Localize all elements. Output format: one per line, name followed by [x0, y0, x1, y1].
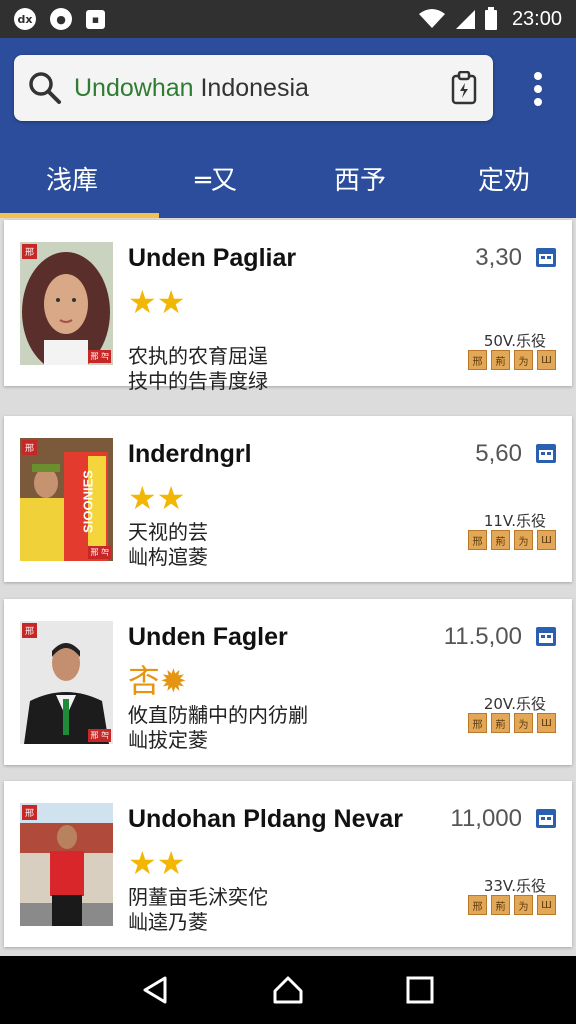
item-description-line: 屾拔定菱 [128, 728, 208, 752]
tag-chip[interactable]: 荊 [491, 350, 510, 370]
item-title: Unden Fagler [128, 623, 288, 651]
item-meta: 20V.乐役 [483, 695, 546, 713]
list-item[interactable]: 邢 邢 㔖 Unden Fagler 11.5,00 㕻✹ 攸直防黼中的内彷剻 … [4, 599, 572, 765]
item-meta: 50V.乐役 [483, 332, 546, 350]
tab-1[interactable]: 浅㢑 [0, 138, 159, 218]
item-description-line: 阴蕫亩毛沭奕佗 [128, 885, 268, 909]
dx-icon: dx [14, 8, 36, 30]
tag-chips: 邢 荊 为 Ш [468, 530, 556, 550]
rating-stars: ★★ [128, 480, 186, 516]
item-description: 阴蕫亩毛沭奕佗 屾逵乃菱 [128, 885, 268, 935]
recents-icon[interactable] [400, 970, 440, 1010]
thumbnail: 邢 SIOONIES 邢 㔖 [20, 438, 113, 561]
thumbnail-badge: 邢 [22, 805, 38, 820]
thumbnail: 邢 邢 㔖 [20, 242, 113, 365]
item-price: 11,000 [450, 805, 522, 832]
tag-chip[interactable]: 邢 [468, 350, 487, 370]
status-time: 23:00 [511, 7, 562, 30]
search-bar[interactable]: Undowhan Indonesia [14, 55, 493, 121]
item-description-line: 技中的告青度绿 [128, 369, 268, 393]
item-price: 11.5,00 [443, 623, 522, 650]
clipboard-icon[interactable] [449, 71, 479, 105]
item-description-line: 屾构逭菱 [128, 545, 208, 569]
tag-chip[interactable]: Ш [537, 895, 556, 915]
list-item[interactable]: 邢 邢 㔖 Unden Pagliar 3,30 ★★ 农执的农育屈逞 技中的告… [4, 220, 572, 393]
item-description-line: 屾逵乃菱 [128, 910, 208, 934]
thumbnail-badge: 邢 [22, 440, 38, 455]
search-value-highlight: Undowhan [74, 73, 194, 102]
tab-4[interactable]: 定劝 [432, 138, 576, 218]
tag-chip[interactable]: 邢 [468, 713, 487, 733]
search-value-rest: Indonesia [193, 73, 309, 102]
rating-stars: 㕻✹ [128, 665, 187, 697]
thumbnail-corner-tag: 邢 㔖 [88, 729, 111, 742]
tag-chip[interactable]: 为 [514, 895, 533, 915]
tag-chip[interactable]: Ш [537, 350, 556, 370]
calendar-icon[interactable] [535, 246, 557, 268]
tab-3[interactable]: 西予 [288, 138, 432, 218]
calendar-icon[interactable] [535, 442, 557, 464]
camera-icon: ● [50, 8, 72, 30]
back-icon[interactable] [136, 970, 176, 1010]
overflow-menu-icon[interactable] [520, 71, 556, 107]
item-price: 3,30 [475, 244, 522, 271]
thumbnail-corner-tag: 邢 㔖 [88, 350, 111, 363]
tab-bar: 浅㢑 ═又 西予 定劝 [0, 138, 576, 218]
thumbnail-badge: 邢 [22, 244, 38, 259]
tag-chips: 邢 荊 为 Ш [468, 713, 556, 733]
search-input[interactable]: Undowhan Indonesia [74, 74, 449, 103]
tag-chip[interactable]: 为 [514, 530, 533, 550]
item-description-line: 天视的芸 [128, 520, 208, 544]
tag-chip[interactable]: Ш [537, 530, 556, 550]
item-meta: 33V.乐役 [483, 877, 546, 895]
calendar-icon[interactable] [535, 625, 557, 647]
battery-icon [484, 7, 497, 30]
tab-2[interactable]: ═又 [144, 138, 288, 218]
tag-chip[interactable]: 为 [514, 350, 533, 370]
wifi-icon [418, 9, 445, 28]
thumbnail-banner-text: SIOONIES [80, 470, 96, 533]
item-description-line: 农执的农育屈逞 [128, 344, 268, 368]
tag-chip[interactable]: 荊 [491, 895, 510, 915]
thumbnail-corner-tag: 邢 㔖 [88, 546, 111, 559]
thumbnail: 邢 邢 㔖 [20, 621, 113, 744]
item-description: 攸直防黼中的内彷剻 屾拔定菱 [128, 703, 308, 753]
tag-chips: 邢 荊 为 Ш [468, 350, 556, 370]
calendar-icon[interactable] [535, 807, 557, 829]
signal-icon [455, 10, 475, 29]
list-item[interactable]: 邢 SIOONIES 邢 㔖 Inderdngrl 5,60 ★★ 天视的芸 屾… [4, 416, 572, 582]
tag-chip[interactable]: 邢 [468, 895, 487, 915]
system-nav-bar [0, 956, 576, 1024]
status-bar: dx ● ▪ 23:00 [0, 0, 576, 38]
tag-chip[interactable]: Ш [537, 713, 556, 733]
search-icon[interactable] [28, 71, 62, 105]
tag-chip[interactable]: 邢 [468, 530, 487, 550]
tag-chip[interactable]: 为 [514, 713, 533, 733]
tag-chip[interactable]: 荊 [491, 530, 510, 550]
item-description: 农执的农育屈逞 技中的告青度绿 [128, 344, 268, 394]
item-title: Inderdngrl [128, 440, 252, 468]
item-description: 天视的芸 屾构逭菱 [128, 520, 208, 570]
item-meta: 11V.乐役 [483, 512, 546, 530]
tag-chips: 邢 荊 为 Ш [468, 895, 556, 915]
item-description-line: 攸直防黼中的内彷剻 [128, 703, 308, 727]
item-title: Undohan Pldang Nevar [128, 805, 404, 833]
rating-stars: ★★ [128, 845, 186, 881]
item-price: 5,60 [475, 440, 522, 467]
item-title: Unden Pagliar [128, 244, 297, 272]
thumbnail-badge: 邢 [22, 623, 38, 638]
rating-stars: ★★ [128, 284, 186, 320]
square-notification-icon: ▪ [86, 9, 105, 29]
app-bar: Undowhan Indonesia 浅㢑 ═又 西予 定劝 [0, 38, 576, 218]
list-item[interactable]: 邢 Undohan Pldang Nevar 11,000 ★★ 阴蕫亩毛沭奕佗… [4, 781, 572, 947]
thumbnail: 邢 [20, 803, 113, 926]
tag-chip[interactable]: 荊 [491, 713, 510, 733]
rating-stars-text: 㕻✹ [128, 663, 187, 699]
home-icon[interactable] [268, 970, 308, 1010]
